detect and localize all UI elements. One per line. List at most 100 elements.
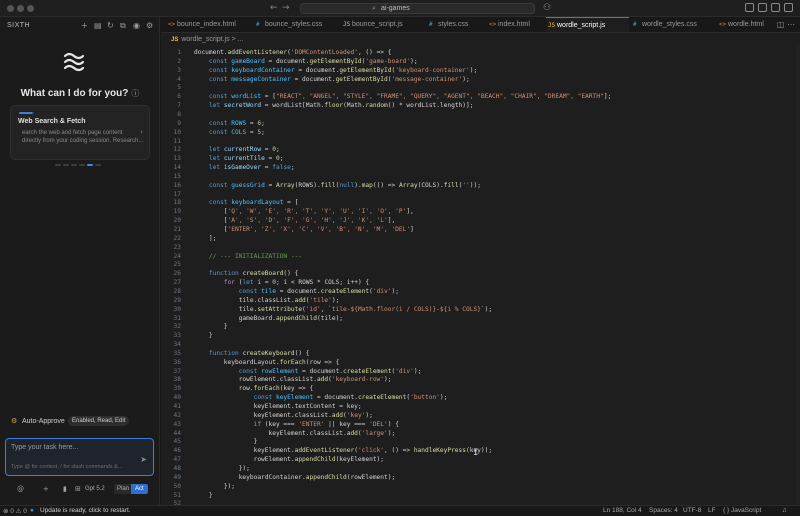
info-icon[interactable]: ⓘ bbox=[131, 89, 139, 98]
line-number: 38 bbox=[173, 376, 181, 384]
toggle-panel-icon[interactable] bbox=[771, 3, 780, 12]
cursor-position[interactable]: Ln 188, Col 4 bbox=[603, 507, 642, 514]
editor-tab[interactable]: # bounce_styles.css bbox=[254, 17, 339, 32]
line-number: 39 bbox=[173, 385, 181, 393]
editor-tab[interactable]: <> bounce_index.html bbox=[166, 17, 252, 32]
code-token: guessGrid bbox=[231, 181, 265, 189]
code-token: 'click' bbox=[357, 447, 385, 455]
code-text: const keyboardContainer = document.getEl… bbox=[194, 66, 477, 75]
notifications-bell-icon[interactable]: ♫ bbox=[782, 507, 787, 514]
send-icon[interactable]: ➤ bbox=[140, 455, 147, 464]
feature-card-web-search[interactable]: Web Search & Fetch earch the web and fet… bbox=[10, 105, 150, 160]
sixth-assistant-panel: SIXTH + ▤ ↻ ⧉ ◉ ⚙ What can I do for you?… bbox=[0, 17, 160, 505]
carousel-dot[interactable] bbox=[71, 164, 77, 166]
act-mode-button[interactable]: Act bbox=[131, 484, 148, 494]
line-number: 29 bbox=[173, 296, 181, 304]
editor-tab[interactable]: <> index.html bbox=[487, 17, 544, 32]
code-editor[interactable]: 1 document.addEventListener('DOMContentLo… bbox=[161, 45, 800, 507]
editor-tab-label: styles.css bbox=[438, 21, 469, 28]
encoding[interactable]: UTF-8 bbox=[683, 507, 701, 514]
code-token: const bbox=[238, 287, 262, 295]
gear-icon[interactable]: ⚙ bbox=[146, 21, 153, 30]
code-text: } bbox=[194, 331, 213, 340]
update-notice[interactable]: Update is ready, click to restart. bbox=[40, 507, 131, 514]
code-line: 46 keyElement.addEventListener('click', … bbox=[161, 446, 800, 455]
file-type-icon: JS bbox=[343, 21, 351, 28]
code-text: for (let i = 0; i < ROWS * COLS; i++) { bbox=[194, 278, 369, 287]
carousel-dot-active[interactable] bbox=[87, 164, 93, 166]
close-window-button[interactable] bbox=[7, 5, 14, 12]
add-context-icon[interactable]: + bbox=[43, 485, 49, 493]
code-line: 10 const COLS = 5; bbox=[161, 128, 800, 137]
code-token: getElementById bbox=[335, 75, 388, 83]
code-line: 35 function createKeyboard() { bbox=[161, 349, 800, 358]
history-icon[interactable]: ▤ bbox=[94, 21, 102, 30]
code-token: false bbox=[272, 164, 291, 172]
editor-tab[interactable]: # styles.css bbox=[427, 17, 485, 32]
carousel-dot[interactable] bbox=[79, 164, 85, 166]
carousel-dot[interactable] bbox=[63, 164, 69, 166]
breadcrumb-symbol[interactable]: > ... bbox=[232, 36, 244, 43]
code-token: tile. bbox=[194, 305, 258, 313]
model-selector[interactable]: Gpt 5.2 bbox=[85, 486, 105, 492]
copilot-icon[interactable]: ⚇ bbox=[543, 3, 551, 13]
plan-mode-button[interactable]: Plan bbox=[114, 484, 133, 494]
layout-icon[interactable] bbox=[745, 3, 754, 12]
back-arrow-icon[interactable]: ← bbox=[270, 3, 278, 13]
problems-indicator[interactable]: ⊗ 0 ⚠ 0 bbox=[3, 507, 27, 515]
toggle-sidebar-icon[interactable] bbox=[758, 3, 767, 12]
code-token: = bbox=[261, 164, 273, 172]
chevron-right-icon[interactable]: › bbox=[140, 128, 143, 136]
auto-approve-settings[interactable]: Enabled, Read, Edit bbox=[68, 416, 130, 426]
code-text: function createKeyboard() { bbox=[194, 349, 310, 358]
code-token: 'button' bbox=[410, 394, 440, 402]
toggle-secondary-sidebar-icon[interactable] bbox=[784, 3, 793, 12]
editor-tab[interactable]: <> wordle.html bbox=[717, 17, 787, 32]
indentation[interactable]: Spaces: 4 bbox=[649, 507, 678, 514]
welcome-headline: What can I do for you? ⓘ bbox=[0, 88, 160, 99]
line-ending[interactable]: LF bbox=[708, 507, 716, 514]
minimize-window-button[interactable] bbox=[17, 5, 24, 12]
code-token: 'tile' bbox=[309, 296, 332, 304]
task-input[interactable]: Type your task here... Type @ for contex… bbox=[5, 438, 154, 476]
command-center-search[interactable]: ⌕ ai-games bbox=[300, 3, 535, 14]
editor-tab[interactable]: # wordle_styles.css bbox=[631, 17, 715, 32]
carousel-dot[interactable] bbox=[95, 164, 101, 166]
at-mention-icon[interactable]: @ bbox=[17, 485, 24, 493]
code-line: 28 const tile = document.createElement('… bbox=[161, 287, 800, 296]
code-token: ). bbox=[354, 181, 362, 189]
line-number: 6 bbox=[177, 93, 181, 101]
auto-approve-bar[interactable]: ⚙ Auto-Approve Enabled, Read, Edit bbox=[11, 416, 156, 428]
code-token: 'Q', 'W', 'E', 'R', 'T', 'Y', 'U', 'I', … bbox=[227, 208, 407, 216]
code-token: rowElement.classList. bbox=[194, 376, 317, 384]
sixth-logo bbox=[63, 52, 85, 72]
code-token: )); bbox=[469, 181, 481, 189]
code-token: (Math. bbox=[343, 102, 366, 110]
line-number: 45 bbox=[173, 438, 181, 446]
code-token: keyboardContainer. bbox=[194, 473, 306, 481]
forward-arrow-icon[interactable]: → bbox=[282, 3, 290, 13]
code-text: rowElement.classList.add('keyboard-row')… bbox=[194, 375, 392, 384]
refresh-icon[interactable]: ↻ bbox=[107, 21, 114, 30]
minimap[interactable] bbox=[796, 45, 800, 505]
code-text: let secretWord = wordList[Math.floor(Mat… bbox=[194, 101, 474, 110]
code-text: } bbox=[194, 491, 213, 500]
new-task-icon[interactable]: + bbox=[81, 21, 88, 30]
code-token: createElement bbox=[357, 394, 407, 402]
copy-icon[interactable]: ⧉ bbox=[120, 21, 126, 31]
code-token: keyElement.classList. bbox=[194, 429, 347, 437]
account-icon[interactable]: ◉ bbox=[133, 21, 140, 30]
attach-icon[interactable]: ▮ bbox=[63, 485, 67, 493]
line-number: 22 bbox=[173, 234, 181, 242]
maximize-window-button[interactable] bbox=[27, 5, 34, 12]
editor-tab[interactable]: JS bounce_script.js bbox=[341, 17, 425, 32]
code-token: ) { bbox=[387, 420, 399, 428]
editor-tab[interactable]: JS wordle_script.js bbox=[546, 17, 629, 32]
language-mode[interactable]: { } JavaScript bbox=[723, 507, 761, 514]
carousel-dot[interactable] bbox=[55, 164, 61, 166]
breadcrumb-file[interactable]: wordle_script.js bbox=[181, 36, 229, 43]
code-token: tile bbox=[261, 287, 276, 295]
